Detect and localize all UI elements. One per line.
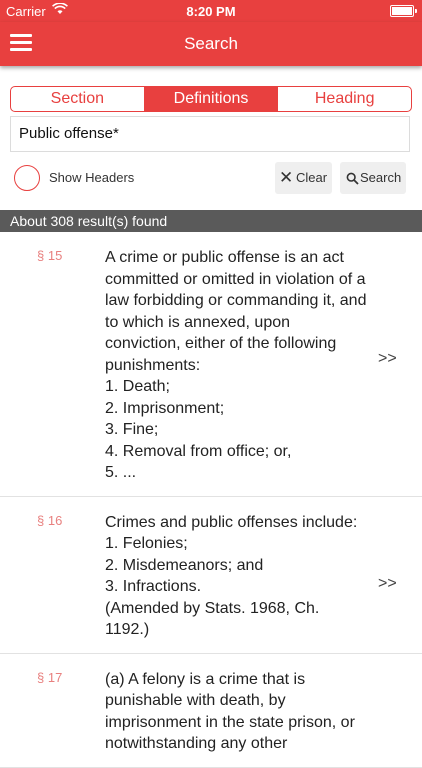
clock: 8:20 PM bbox=[186, 4, 236, 19]
result-count: About 308 result(s) found bbox=[10, 213, 168, 229]
status-bar: Carrier 8:20 PM bbox=[0, 0, 422, 22]
search-button[interactable]: Search bbox=[340, 162, 406, 194]
clear-button-label: Clear bbox=[296, 170, 328, 185]
section-number: § 16 bbox=[37, 512, 63, 528]
show-headers-radio[interactable] bbox=[14, 165, 40, 191]
page-title: Search bbox=[184, 34, 238, 53]
section-number: § 15 bbox=[37, 248, 63, 263]
result-count-bar: About 308 result(s) found bbox=[0, 210, 422, 232]
tab-heading[interactable]: Heading bbox=[278, 87, 411, 111]
chevron-right-icon[interactable]: >> bbox=[378, 575, 397, 593]
search-button-label: Search bbox=[360, 170, 402, 185]
tab-definitions[interactable]: Definitions bbox=[144, 87, 279, 111]
show-headers-label: Show Headers bbox=[49, 170, 135, 185]
chevron-right-icon[interactable]: >> bbox=[378, 350, 397, 368]
tab-section[interactable]: Section bbox=[11, 87, 145, 111]
result-text: Crimes and public offenses include: 1. F… bbox=[105, 513, 358, 639]
search-input[interactable]: Public offense* bbox=[10, 116, 410, 152]
list-item[interactable]: § 15 A crime or public offense is an act… bbox=[0, 232, 422, 497]
close-icon: ✕ bbox=[279, 168, 294, 187]
results-list: § 15 A crime or public offense is an act… bbox=[0, 232, 422, 768]
search-icon bbox=[346, 162, 359, 194]
clear-button[interactable]: ✕ Clear bbox=[275, 162, 332, 194]
result-text: A crime or public offense is an act comm… bbox=[105, 249, 367, 481]
search-mode-tabs: Section Definitions Heading bbox=[10, 86, 412, 112]
search-options: Show Headers ✕ Clear Search bbox=[0, 160, 422, 200]
list-item[interactable]: § 16 Crimes and public offenses include:… bbox=[0, 497, 422, 654]
section-number: § 17 bbox=[37, 669, 63, 685]
list-item[interactable]: § 17 (a) A felony is a crime that is pun… bbox=[0, 654, 422, 768]
battery-icon bbox=[390, 5, 417, 17]
nav-bar: Search bbox=[0, 22, 422, 66]
